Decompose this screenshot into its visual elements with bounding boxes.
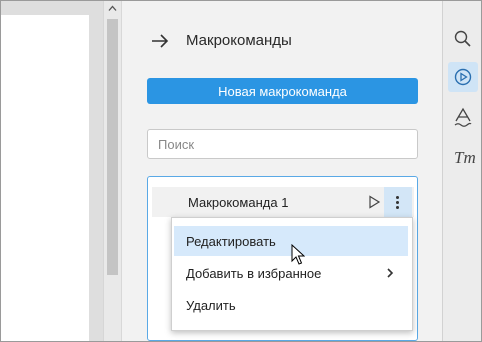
vertical-scrollbar[interactable] bbox=[103, 1, 121, 341]
chevron-right-icon bbox=[387, 268, 394, 278]
more-dot-icon bbox=[396, 206, 399, 209]
tool-macros[interactable] bbox=[448, 62, 478, 92]
macros-play-icon bbox=[454, 68, 472, 86]
more-dot-icon bbox=[396, 201, 399, 204]
search-icon bbox=[454, 30, 471, 47]
menu-item-edit[interactable]: Редактировать bbox=[174, 226, 408, 256]
scrollbar-thumb[interactable] bbox=[107, 19, 118, 275]
tool-search[interactable] bbox=[448, 24, 478, 54]
tool-font-size[interactable]: Tт bbox=[448, 143, 478, 173]
menu-item-label: Редактировать bbox=[186, 234, 276, 249]
panel-title: Макрокоманды bbox=[186, 32, 292, 49]
menu-item-label: Добавить в избранное bbox=[186, 266, 322, 281]
macro-list-item[interactable]: Макрокоманда 1 bbox=[152, 187, 414, 217]
font-size-icon: Tт bbox=[454, 148, 476, 167]
search-input[interactable] bbox=[147, 129, 418, 159]
run-macro-play-icon[interactable] bbox=[366, 194, 382, 210]
app-window: Макрокоманды Новая макрокоманда Макроком… bbox=[0, 0, 482, 342]
tool-text-style[interactable] bbox=[448, 102, 478, 132]
right-toolbar: Tт bbox=[442, 1, 481, 341]
document-area bbox=[1, 1, 103, 341]
document-page[interactable] bbox=[1, 15, 89, 341]
menu-item-add-to-favorites[interactable]: Добавить в избранное bbox=[174, 258, 408, 288]
more-dot-icon bbox=[396, 196, 399, 199]
new-macro-button[interactable]: Новая макрокоманда bbox=[147, 78, 418, 104]
text-style-icon bbox=[454, 107, 472, 127]
more-options-button[interactable] bbox=[384, 187, 412, 217]
menu-item-label: Удалить bbox=[186, 298, 236, 313]
menu-item-delete[interactable]: Удалить bbox=[174, 290, 408, 320]
scroll-up-arrow-icon[interactable] bbox=[108, 4, 117, 13]
context-menu: Редактировать Добавить в избранное Удали… bbox=[171, 217, 413, 331]
macro-name: Макрокоманда 1 bbox=[188, 195, 289, 210]
collapse-panel-arrow-icon[interactable] bbox=[150, 31, 170, 51]
